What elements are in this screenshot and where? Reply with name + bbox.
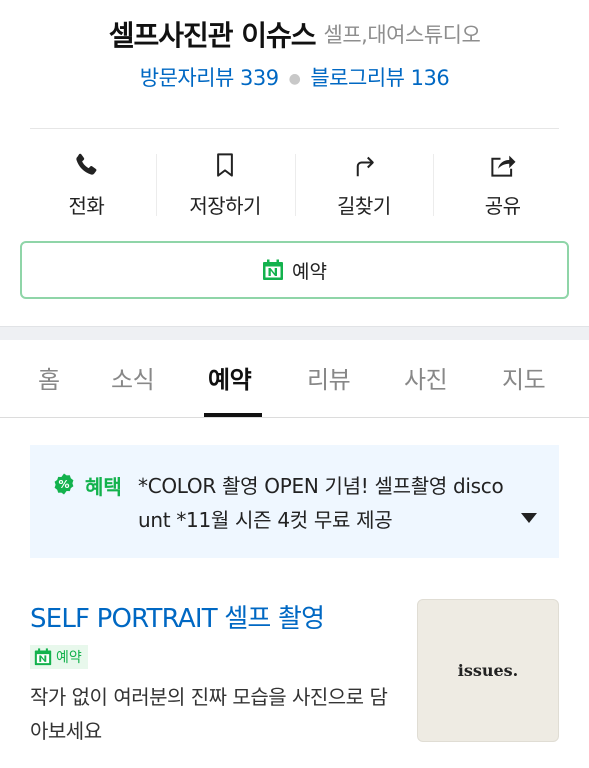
- reserve-button[interactable]: 예약: [20, 241, 569, 299]
- product-description: 작가 없이 여러분의 진짜 모습을 사진으로 담아보세요: [30, 685, 388, 743]
- tab-reviews[interactable]: 리뷰: [307, 360, 351, 395]
- reservation-badge: 예약: [30, 645, 88, 669]
- naver-calendar-icon: [263, 259, 284, 280]
- tab-map[interactable]: 지도: [502, 360, 546, 395]
- svg-text:%: %: [58, 478, 69, 491]
- separator-dot: ●: [288, 71, 301, 87]
- benefit-text: *COLOR 촬영 OPEN 기념! 셀프촬영 discount *11월 시즌…: [138, 474, 504, 532]
- share-icon: [491, 155, 516, 177]
- reservation-badge-label: 예약: [56, 650, 82, 666]
- tab-reservation[interactable]: 예약: [208, 360, 252, 395]
- action-bar: 전화 저장하기 길찾기 공유: [17, 140, 572, 228]
- product-thumbnail[interactable]: issues.: [417, 599, 559, 742]
- visitor-reviews-link[interactable]: 방문자리뷰 339: [140, 66, 279, 90]
- save-button[interactable]: 저장하기: [155, 140, 295, 228]
- naver-calendar-icon: [34, 648, 52, 666]
- tab-news[interactable]: 소식: [111, 360, 155, 395]
- directions-icon: [356, 156, 374, 176]
- share-button[interactable]: 공유: [433, 140, 572, 228]
- shop-name: 셀프사진관 이슈스: [108, 19, 317, 52]
- header-divider: [30, 128, 559, 129]
- thumbnail-logo-text: issues.: [457, 661, 519, 680]
- call-button[interactable]: 전화: [17, 140, 156, 228]
- product-title[interactable]: SELF PORTRAIT 셀프 촬영: [30, 598, 325, 635]
- active-tab-indicator: [204, 413, 262, 417]
- benefit-tag: 혜택: [85, 475, 122, 499]
- directions-label: 길찾기: [337, 193, 391, 218]
- tab-home[interactable]: 홈: [38, 360, 60, 395]
- reserve-label: 예약: [292, 260, 327, 283]
- percent-badge-icon: %: [54, 473, 74, 495]
- product-item[interactable]: SELF PORTRAIT 셀프 촬영 예약 작가 없이 여러분의 진짜 모습을…: [30, 598, 559, 744]
- save-label: 저장하기: [189, 193, 261, 218]
- benefit-banner[interactable]: % 혜택 *COLOR 촬영 OPEN 기념! 셀프촬영 discount *1…: [30, 445, 559, 558]
- directions-button[interactable]: 길찾기: [294, 140, 434, 228]
- place-header: 셀프사진관 이슈스 셀프,대여스튜디오 방문자리뷰 339 ● 블로그리뷰 136: [0, 0, 589, 128]
- call-label: 전화: [68, 193, 105, 218]
- tab-photos[interactable]: 사진: [404, 360, 448, 395]
- chevron-down-icon[interactable]: [521, 513, 537, 523]
- blog-reviews-link[interactable]: 블로그리뷰 136: [310, 66, 449, 90]
- phone-icon: [76, 153, 97, 175]
- share-label: 공유: [484, 193, 521, 218]
- review-row: 방문자리뷰 339 ● 블로그리뷰 136: [0, 62, 589, 92]
- section-separator: [0, 326, 589, 340]
- title-row: 셀프사진관 이슈스 셀프,대여스튜디오: [0, 14, 589, 54]
- shop-category: 셀프,대여스튜디오: [323, 23, 481, 47]
- bookmark-icon: [217, 152, 233, 177]
- tab-bar: 홈 소식 예약 리뷰 사진 지도: [0, 340, 589, 418]
